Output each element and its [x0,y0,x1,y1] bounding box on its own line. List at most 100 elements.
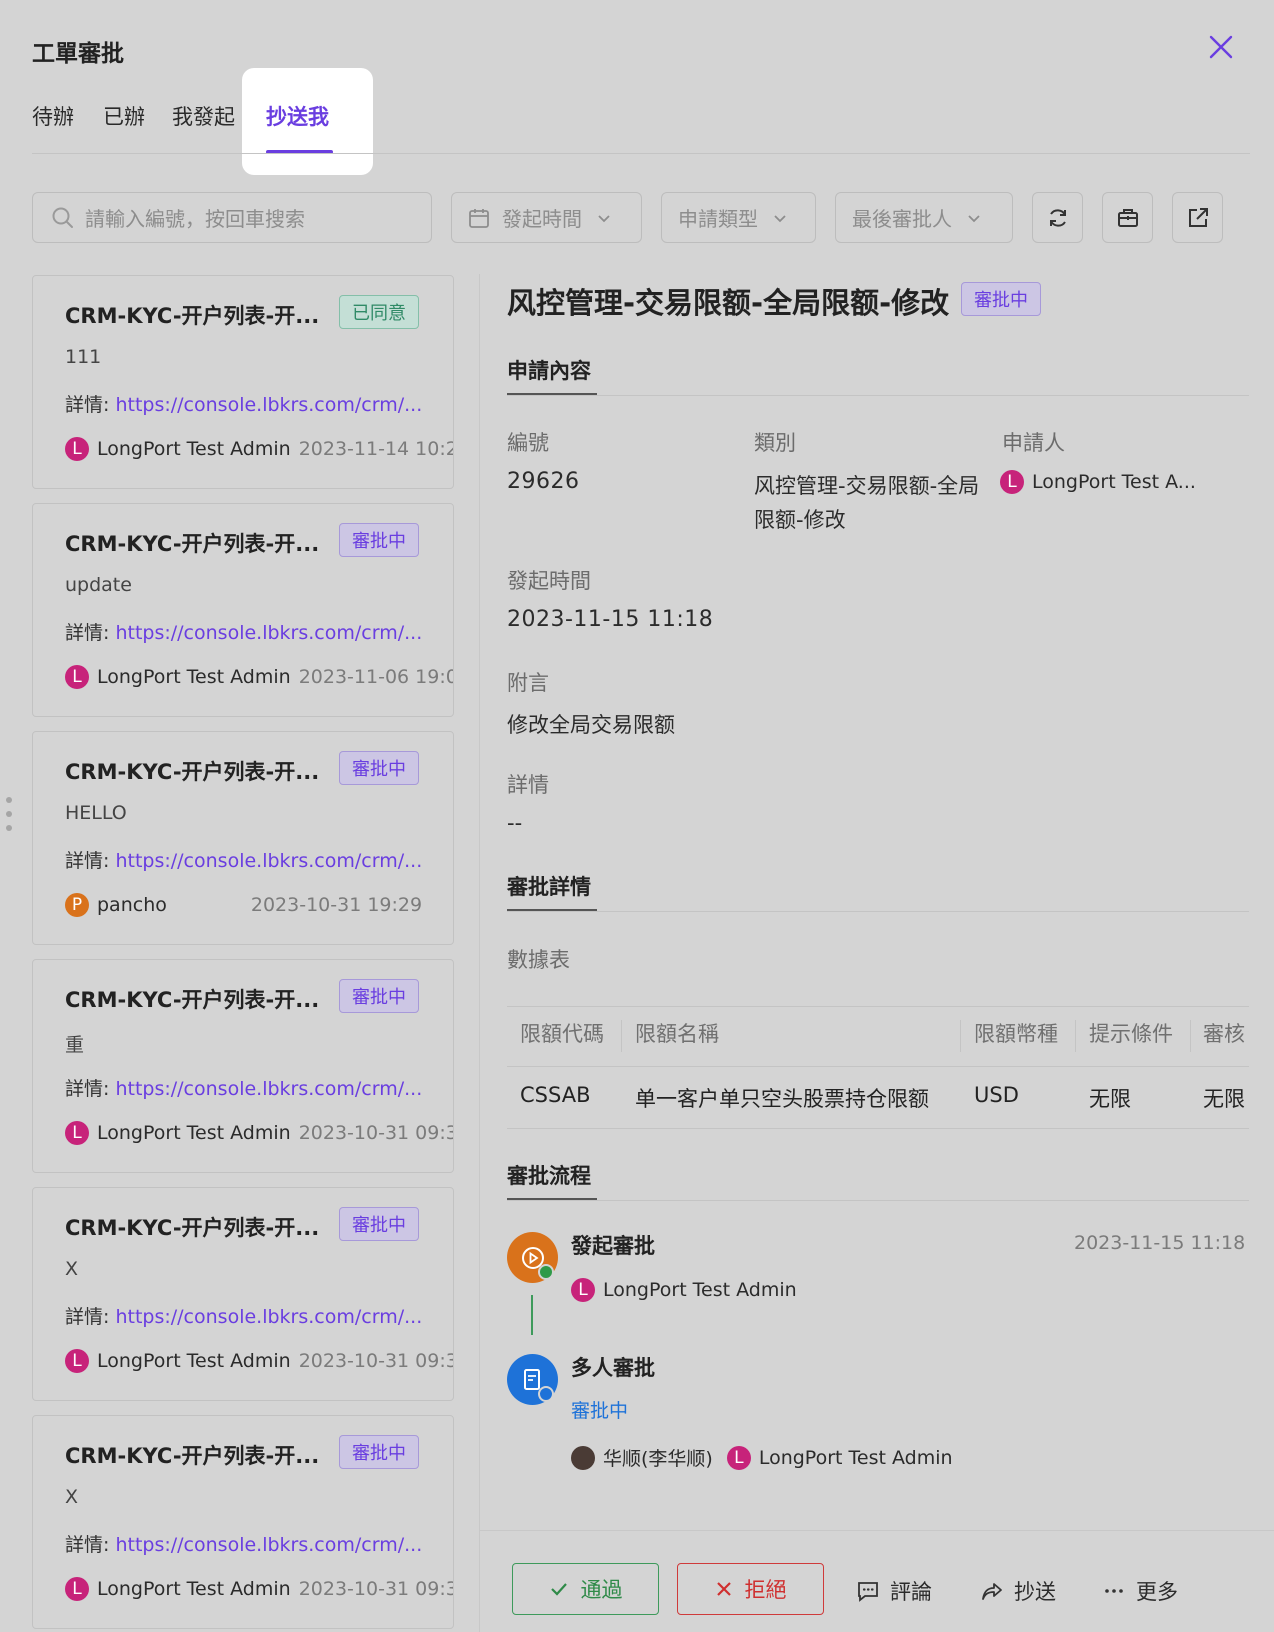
drag-handle-dot[interactable] [6,797,12,803]
list-item-title: CRM-KYC-开户列表-开... [65,1444,320,1468]
list-item-user: L LongPort Test Admin 2023-10-31 09:3 [65,1349,454,1373]
chevron-down-icon [598,214,610,222]
export-button[interactable] [1172,192,1223,243]
list-item-time: 2023-10-31 19:29 [250,894,423,916]
search-input[interactable]: 請輸入編號，按回車搜索 [32,192,432,243]
avatar: L [571,1278,595,1302]
type-filter-label: 申請類型 [678,207,758,231]
list-item-detail: 詳情: https://console.lbkrs.com/crm/... [65,846,422,873]
drag-handle-dot[interactable] [6,825,12,831]
column-separator [960,1020,961,1052]
approver-filter-dropdown[interactable]: 最後審批人 [835,192,1013,243]
applicant: L LongPort Test A... [1000,470,1196,494]
detail-link[interactable]: https://console.lbkrs.com/crm/... [115,394,422,416]
avatar: P [65,893,89,917]
section-divider [507,911,1249,912]
list-item[interactable]: CRM-KYC-开户列表-开... 審批中 HELLO 詳情: https://con… [32,731,454,945]
table-cell: 无限 [1089,1087,1131,1111]
section-heading-approval-detail: 審批詳情 [507,875,591,899]
table-top-rule [507,1006,1249,1007]
status-badge: 審批中 [339,979,419,1013]
comment-button[interactable]: 評論 [856,1576,932,1606]
category-value-line2: 限额-修改 [754,508,846,532]
list-item-time: 2023-10-31 09:3 [298,1578,454,1600]
list-item[interactable]: CRM-KYC-开户列表-开... 審批中 X 詳情: https://console… [32,1415,454,1629]
flow-step2-users: 华顺(李华顺) L LongPort Test Admin [571,1444,953,1471]
list-item[interactable]: CRM-KYC-开户列表-开... 已同意 111 詳情: https://conso… [32,275,454,489]
list-item-user: Ppancho 2023-10-31 19:29 [65,893,422,917]
detail-link[interactable]: https://console.lbkrs.com/crm/... [115,1306,422,1328]
note-value: 修改全局交易限额 [507,713,675,737]
list-item-desc: X [65,1486,79,1508]
time-label: 發起時間 [507,569,591,593]
detail-value: -- [507,811,523,835]
avatar: L [726,1445,751,1470]
number-value: 29626 [507,469,580,494]
table-bottom-rule [507,1128,1249,1129]
tab-initiated[interactable]: 我發起 [172,101,235,131]
detail-link[interactable]: https://console.lbkrs.com/crm/... [115,622,422,644]
check-badge-icon [538,1264,554,1280]
more-button[interactable]: 更多 [1102,1576,1178,1606]
cc-label: 抄送 [1014,1580,1056,1604]
detail-label: 詳情: [65,1078,110,1100]
status-badge: 審批中 [339,1435,419,1469]
detail-label: 詳情: [65,850,110,872]
ellipsis-icon [1105,1589,1123,1593]
list-item-detail: 詳情: https://console.lbkrs.com/crm/... [65,390,422,417]
drag-handle-dot[interactable] [6,811,12,817]
approve-button[interactable]: 通過 [512,1563,659,1615]
list-item[interactable]: CRM-KYC-开户列表-开... 審批中重詳情: https://console… [32,959,454,1173]
table-header: 提示條件 [1089,1022,1173,1046]
user-name: LongPort Test Admin [97,666,291,688]
list-item-title: CRM-KYC-开户列表-开... [65,988,320,1012]
list-item-time: 2023-11-14 10:2 [298,438,454,460]
search-placeholder: 請輸入編號，按回車搜索 [85,207,305,231]
cc-button[interactable]: 抄送 [980,1576,1056,1606]
toolbox-button[interactable] [1102,192,1153,243]
date-filter-dropdown[interactable]: 發起時間 [451,192,642,243]
table-header: 限額名稱 [635,1022,719,1046]
flow-step1-user: L LongPort Test Admin [571,1278,797,1302]
detail-link[interactable]: https://console.lbkrs.com/crm/... [115,850,422,872]
list-item-time: 2023-10-31 09:3 [298,1350,454,1372]
table-header: 限額代碼 [520,1022,604,1046]
type-filter-dropdown[interactable]: 申請類型 [661,192,816,243]
chevron-down-icon [968,214,980,222]
list-item[interactable]: CRM-KYC-开户列表-开... 審批中 X 詳情: https://console… [32,1187,454,1401]
avatar: L [1000,470,1024,494]
check-icon [550,1583,567,1596]
close-icon[interactable] [1206,32,1236,62]
column-separator [1190,1020,1191,1052]
reject-label: 拒絕 [744,1578,787,1602]
status-badge: 審批中 [339,751,419,785]
refresh-button[interactable] [1032,192,1083,243]
list-item-user: L LongPort Test Admin 2023-10-31 09:3 [65,1577,454,1601]
detail-link[interactable]: https://console.lbkrs.com/crm/... [115,1078,422,1100]
page-title: 工單審批 [32,41,124,67]
x-icon [716,1582,731,1596]
note-label: 附言 [507,671,549,695]
applicant-label: 申請人 [1002,431,1065,455]
list-item-detail: 詳情: https://console.lbkrs.com/crm/... [65,618,422,645]
tab-done[interactable]: 已辦 [103,101,145,131]
time-value: 2023-11-15 11:18 [507,607,714,632]
list-item[interactable]: CRM-KYC-开户列表-开... 審批中 update 詳情: https://co… [32,503,454,717]
tab-cc-me[interactable]: 抄送我 [266,101,329,131]
flow-step2-status: 審批中 [571,1400,629,1422]
user-name: LongPort Test Admin [97,1122,291,1144]
avatar-photo [571,1445,595,1470]
section-heading-flow: 審批流程 [507,1164,591,1188]
list-item-desc: X [65,1258,79,1280]
detail-link[interactable]: https://console.lbkrs.com/crm/... [115,1534,422,1556]
avatar: L [65,437,89,461]
detail-label: 詳情: [65,1534,110,1556]
comment-label: 評論 [890,1580,932,1604]
category-value-line1: 风控管理-交易限额-全局 [754,474,980,498]
list-item-title: CRM-KYC-开户列表-开... [65,760,320,784]
reject-button[interactable]: 拒絕 [677,1563,824,1615]
tab-todo[interactable]: 待辦 [32,101,74,131]
user-name: LongPort Test Admin [97,1350,291,1372]
approve-label: 通過 [580,1578,623,1602]
detail-label: 詳情: [65,1306,110,1328]
